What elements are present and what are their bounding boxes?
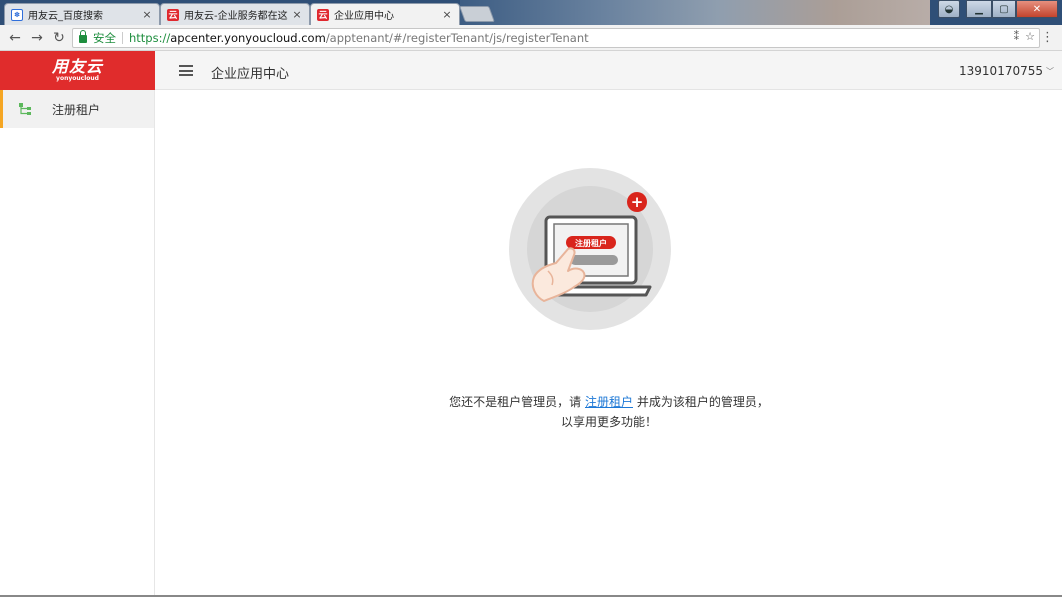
tab-title: 用友云_百度搜索 xyxy=(28,11,103,22)
logo-text: 用友云 xyxy=(51,57,103,76)
maximize-button[interactable]: ▢ xyxy=(992,0,1016,18)
reload-icon[interactable]: ↻ xyxy=(50,29,68,47)
message-line-2: 以享用更多功能！ xyxy=(560,415,657,429)
user-phone: 13910170755 xyxy=(959,64,1043,78)
address-toolbar: ← → ↻ 安全 https:// apcenter.yonyoucloud.c… xyxy=(0,25,1062,51)
tab-title: 用友云-企业服务都在这 xyxy=(184,11,288,22)
browser-tab-baidu[interactable]: ✽ 用友云_百度搜索 × xyxy=(4,3,160,25)
forward-arrow-icon[interactable]: → xyxy=(28,29,46,47)
back-arrow-icon[interactable]: ← xyxy=(6,29,24,47)
window-controls: ◒ ▁ ▢ ✕ xyxy=(938,0,1058,18)
sidebar-item-label: 注册租户 xyxy=(52,102,101,117)
message-prefix: 您还不是租户管理员，请 xyxy=(449,395,582,409)
plus-icon: + xyxy=(631,193,644,211)
tab-close-icon[interactable]: × xyxy=(141,8,153,21)
user-menu[interactable]: 13910170755 ﹀ xyxy=(959,64,1054,78)
app-root: 用友云 yonyoucloud 企业应用中心 13910170755 ﹀ 注册租… xyxy=(0,51,1062,597)
chevron-down-icon: ﹀ xyxy=(1046,66,1054,76)
app-header: 企业应用中心 13910170755 ﹀ xyxy=(155,51,1062,90)
org-tree-icon xyxy=(18,102,32,116)
yonyou-logo-icon: 云 xyxy=(167,8,179,21)
hamburger-menu-icon[interactable] xyxy=(179,65,193,76)
translate-icon[interactable]: ⁑ xyxy=(1014,30,1020,43)
browser-tab-yonyou[interactable]: 云 用友云-企业服务都在这 × xyxy=(160,3,310,25)
tabstrip-background xyxy=(460,0,930,25)
new-tab-button[interactable] xyxy=(459,6,495,22)
logo-subtext: yonyoucloud xyxy=(56,75,99,82)
user-profile-icon[interactable]: ◒ xyxy=(938,0,960,18)
main-content: 注册租户 + 您还不是租户管理员，请 注册租户 并成为该租户的管理员， 以享用更… xyxy=(156,90,1062,597)
address-bar[interactable]: 安全 https:// apcenter.yonyoucloud.com /ap… xyxy=(72,28,1040,48)
address-divider xyxy=(122,32,123,44)
bookmark-star-icon[interactable]: ☆ xyxy=(1025,30,1035,43)
message-line-1: 您还不是租户管理员，请 注册租户 并成为该租户的管理员， xyxy=(156,392,1062,412)
browser-menu-icon[interactable]: ⋮ xyxy=(1041,30,1054,45)
register-tenant-link[interactable]: 注册租户 xyxy=(585,395,633,409)
url-path: /apptenant/#/registerTenant/js/registerT… xyxy=(325,31,589,45)
baidu-paw-icon: ✽ xyxy=(11,8,23,21)
empty-state-message: 您还不是租户管理员，请 注册租户 并成为该租户的管理员， 以享用更多功能！ xyxy=(156,392,1062,432)
tab-title: 企业应用中心 xyxy=(334,11,394,22)
message-suffix: 并成为该租户的管理员， xyxy=(636,395,769,409)
lock-icon xyxy=(79,30,87,43)
yonyou-logo-icon: 云 xyxy=(317,8,329,21)
brand-logo[interactable]: 用友云 yonyoucloud xyxy=(0,51,155,90)
page-title: 企业应用中心 xyxy=(211,67,290,82)
url-host: apcenter.yonyoucloud.com xyxy=(170,31,326,45)
secure-label: 安全 xyxy=(93,31,116,45)
browser-tab-active[interactable]: 云 企业应用中心 × xyxy=(310,3,460,25)
minimize-button[interactable]: ▁ xyxy=(966,0,992,18)
sidebar-item-register-tenant[interactable]: 注册租户 xyxy=(0,90,154,128)
url-scheme: https:// xyxy=(129,31,171,45)
sidebar: 注册租户 xyxy=(0,90,155,597)
register-tenant-illustration: 注册租户 + xyxy=(508,167,672,331)
illustration-badge-text: 注册租户 xyxy=(575,238,607,248)
tab-close-icon[interactable]: × xyxy=(291,8,303,21)
close-window-button[interactable]: ✕ xyxy=(1016,0,1058,18)
browser-tabstrip: ✽ 用友云_百度搜索 × 云 用友云-企业服务都在这 × 云 企业应用中心 × … xyxy=(0,0,1062,25)
tab-close-icon[interactable]: × xyxy=(441,8,453,21)
